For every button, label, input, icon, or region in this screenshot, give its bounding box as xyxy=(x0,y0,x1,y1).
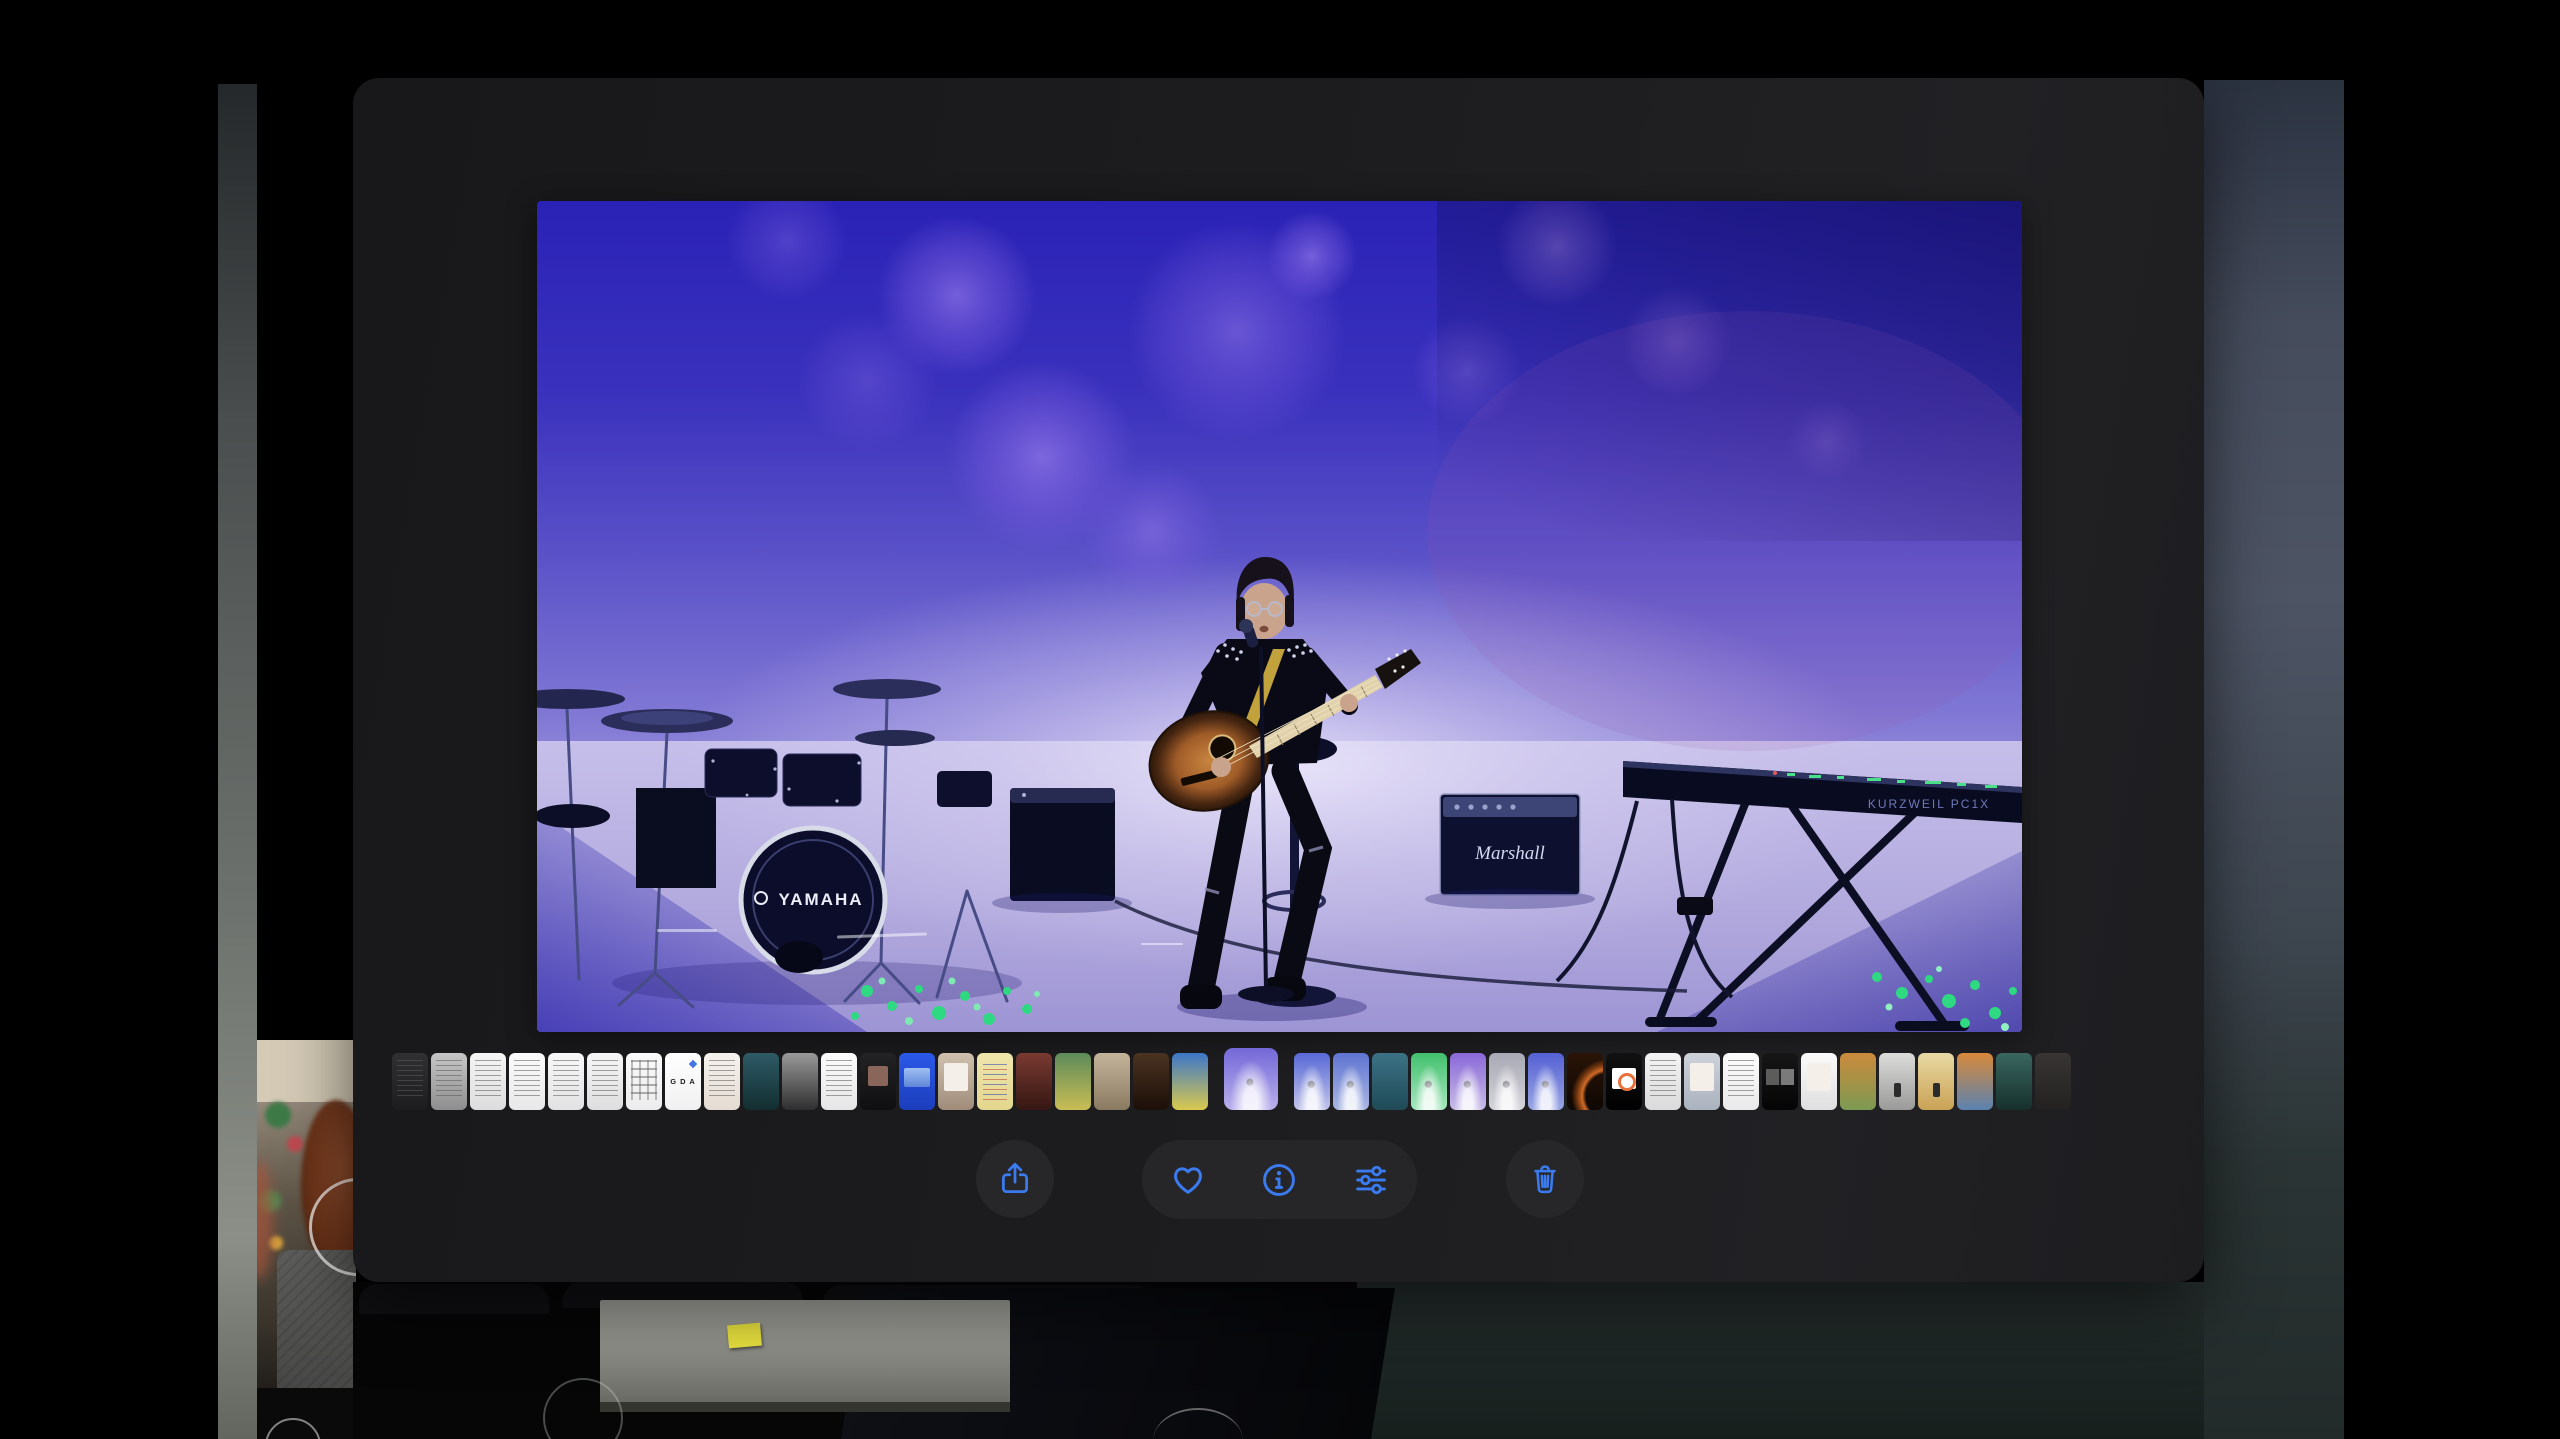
heart-icon[interactable] xyxy=(1168,1160,1208,1200)
filmstrip-thumbnail[interactable] xyxy=(1016,1053,1052,1110)
bass-drum-logo: YAMAHA xyxy=(778,890,863,909)
filmstrip-thumbnail[interactable] xyxy=(704,1053,740,1110)
filmstrip-thumbnail[interactable] xyxy=(1567,1053,1603,1110)
filmstrip-thumbnail[interactable] xyxy=(782,1053,818,1110)
filmstrip-thumbnail[interactable] xyxy=(1801,1053,1837,1110)
filmstrip-thumbnail[interactable] xyxy=(548,1053,584,1110)
filmstrip-thumbnail[interactable] xyxy=(392,1053,428,1110)
filmstrip-thumbnail[interactable] xyxy=(860,1053,896,1110)
filmstrip-thumbnail[interactable] xyxy=(1957,1053,1993,1110)
filmstrip-thumbnail[interactable] xyxy=(587,1053,623,1110)
filmstrip-thumbnail[interactable] xyxy=(1294,1053,1330,1110)
stage-photo-illustration: YAMAHA Marshall xyxy=(537,201,2022,1032)
filmstrip-thumbnail[interactable] xyxy=(1528,1053,1564,1110)
filmstrip-thumbnail[interactable] xyxy=(1645,1053,1681,1110)
filmstrip-thumbnail[interactable] xyxy=(1879,1053,1915,1110)
filmstrip-thumbnail[interactable] xyxy=(821,1053,857,1110)
background-teal-floor xyxy=(1357,1282,2204,1439)
filmstrip-thumbnail[interactable] xyxy=(1996,1053,2032,1110)
filmstrip-thumbnail[interactable] xyxy=(1723,1053,1759,1110)
background-right-band xyxy=(2204,80,2344,1439)
keyboard-logo: KURZWEIL PC1X xyxy=(1868,797,1990,811)
background-photo-woman xyxy=(257,1040,356,1439)
filmstrip-thumbnail[interactable] xyxy=(1411,1053,1447,1110)
thumbnail-label: G D A xyxy=(665,1077,701,1086)
speaker-cabinet xyxy=(992,788,1132,913)
main-photo[interactable]: YAMAHA Marshall xyxy=(537,201,2022,1032)
share-button[interactable] xyxy=(976,1140,1054,1218)
toolbar-pill xyxy=(1142,1140,1417,1219)
filmstrip-thumbnail[interactable] xyxy=(1684,1053,1720,1110)
background-piano-lid xyxy=(600,1300,1010,1412)
amp-logo: Marshall xyxy=(1474,843,1545,864)
filmstrip-thumbnail[interactable] xyxy=(1918,1053,1954,1110)
filmstrip-thumbnail[interactable] xyxy=(1606,1053,1642,1110)
marshall-amp: Marshall xyxy=(1425,794,1595,909)
filmstrip-thumbnail[interactable] xyxy=(1762,1053,1798,1110)
filmstrip-thumbnail[interactable] xyxy=(743,1053,779,1110)
filmstrip: G D A xyxy=(392,1046,2071,1110)
background-piano-scene xyxy=(353,1282,2204,1439)
filmstrip-thumbnail[interactable] xyxy=(626,1053,662,1110)
filmstrip-thumbnail[interactable] xyxy=(938,1053,974,1110)
background-window-edge xyxy=(218,84,257,1439)
filmstrip-thumbnail[interactable] xyxy=(470,1053,506,1110)
filmstrip-thumbnail[interactable] xyxy=(1840,1053,1876,1110)
filmstrip-thumbnail[interactable] xyxy=(1489,1053,1525,1110)
filmstrip-thumbnail[interactable] xyxy=(2035,1053,2071,1110)
filmstrip-thumbnail-selected[interactable] xyxy=(1224,1048,1278,1110)
share-icon xyxy=(996,1160,1034,1198)
filmstrip-thumbnail[interactable] xyxy=(509,1053,545,1110)
filmstrip-thumbnail[interactable] xyxy=(1172,1053,1208,1110)
filmstrip-thumbnail[interactable] xyxy=(431,1053,467,1110)
filmstrip-thumbnail[interactable] xyxy=(1333,1053,1369,1110)
filmstrip-thumbnail[interactable] xyxy=(1133,1053,1169,1110)
trash-icon xyxy=(1526,1160,1564,1198)
filmstrip-thumbnail[interactable] xyxy=(1055,1053,1091,1110)
filmstrip-thumbnail[interactable] xyxy=(1450,1053,1486,1110)
filmstrip-thumbnail[interactable] xyxy=(1372,1053,1408,1110)
photos-window: YAMAHA Marshall xyxy=(353,78,2204,1282)
info-icon[interactable] xyxy=(1259,1160,1299,1200)
sliders-icon[interactable] xyxy=(1351,1160,1391,1200)
filmstrip-thumbnail[interactable] xyxy=(899,1053,935,1110)
filmstrip-thumbnail[interactable]: G D A xyxy=(665,1053,701,1110)
sticky-note xyxy=(727,1323,762,1349)
delete-button[interactable] xyxy=(1506,1140,1584,1218)
filmstrip-thumbnail[interactable] xyxy=(1094,1053,1130,1110)
filmstrip-thumbnail[interactable] xyxy=(977,1053,1013,1110)
